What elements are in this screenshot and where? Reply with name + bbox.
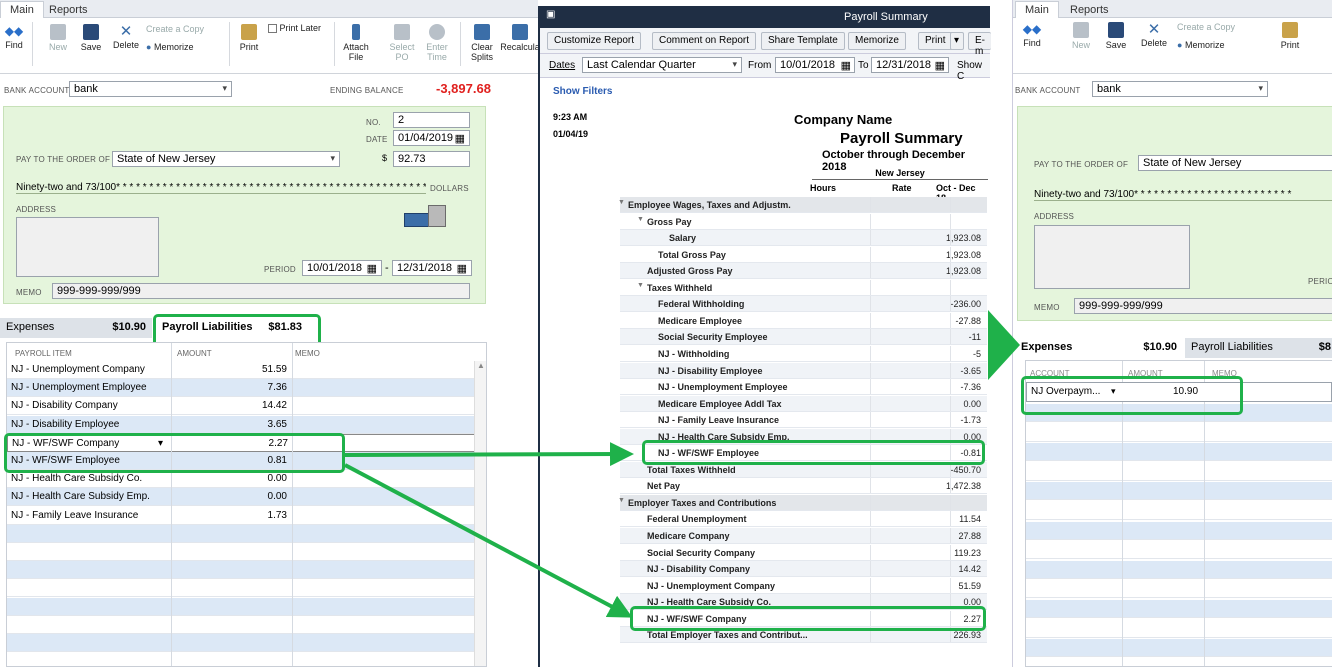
arrow-to-employee	[344, 442, 634, 467]
arrow-to-company	[344, 463, 633, 618]
connector-arrows	[344, 442, 634, 618]
